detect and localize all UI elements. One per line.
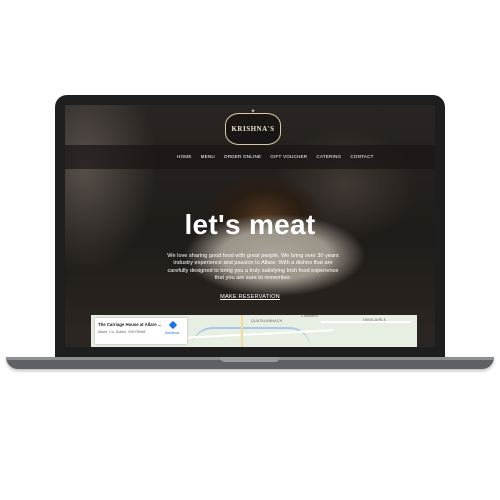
map-place-card[interactable]: The Carriage House at Allare ... Allare,… bbox=[95, 318, 187, 344]
restaurant-logo[interactable]: ✦ KRISHNA'S bbox=[225, 109, 281, 145]
nav-item-order-online[interactable]: ORDER ONLINE bbox=[224, 154, 261, 159]
map-label: NEWCAIRLE bbox=[363, 318, 387, 322]
map-label: QUATALANNACH bbox=[251, 319, 283, 323]
laptop-lid: ✦ KRISHNA'S HOME MENU ORDER ONLINE GIFT … bbox=[55, 95, 445, 357]
nav-item-home[interactable]: HOME bbox=[177, 154, 192, 159]
laptop-notch bbox=[220, 357, 280, 362]
nav-item-menu[interactable]: MENU bbox=[201, 154, 215, 159]
hero-tagline: We love sharing good food with great peo… bbox=[167, 253, 339, 282]
cta-wrapper: MAKE RESERVATION bbox=[65, 285, 435, 303]
map-road bbox=[241, 315, 243, 347]
embedded-map[interactable]: QUATALANNACH Clonkeen NEWCAIRLE The Carr… bbox=[91, 314, 417, 347]
directions-icon[interactable] bbox=[168, 320, 178, 330]
nav-item-catering[interactable]: CATERING bbox=[316, 154, 341, 159]
laptop-base bbox=[6, 357, 494, 369]
logo-ornament-icon: ✦ bbox=[250, 109, 256, 115]
hero-headline: let's meat bbox=[184, 209, 316, 240]
map-label: Clonkeen bbox=[301, 314, 318, 318]
nav-item-contact[interactable]: CONTACT bbox=[350, 154, 373, 159]
laptop-screen: ✦ KRISHNA'S HOME MENU ORDER ONLINE GIFT … bbox=[65, 105, 435, 347]
logo-text: KRISHNA'S bbox=[231, 125, 275, 133]
directions-label[interactable]: Directions bbox=[165, 331, 179, 335]
nav-item-gift-voucher[interactable]: GIFT VOUCHER bbox=[270, 154, 307, 159]
make-reservation-link[interactable]: MAKE RESERVATION bbox=[220, 294, 280, 300]
main-navigation: HOME MENU ORDER ONLINE GIFT VOUCHER CATE… bbox=[177, 154, 374, 159]
map-place-address: Allare, Co. Dublin, V99 R6W8 bbox=[98, 330, 146, 334]
map-place-title[interactable]: The Carriage House at Allare ... bbox=[98, 322, 161, 327]
